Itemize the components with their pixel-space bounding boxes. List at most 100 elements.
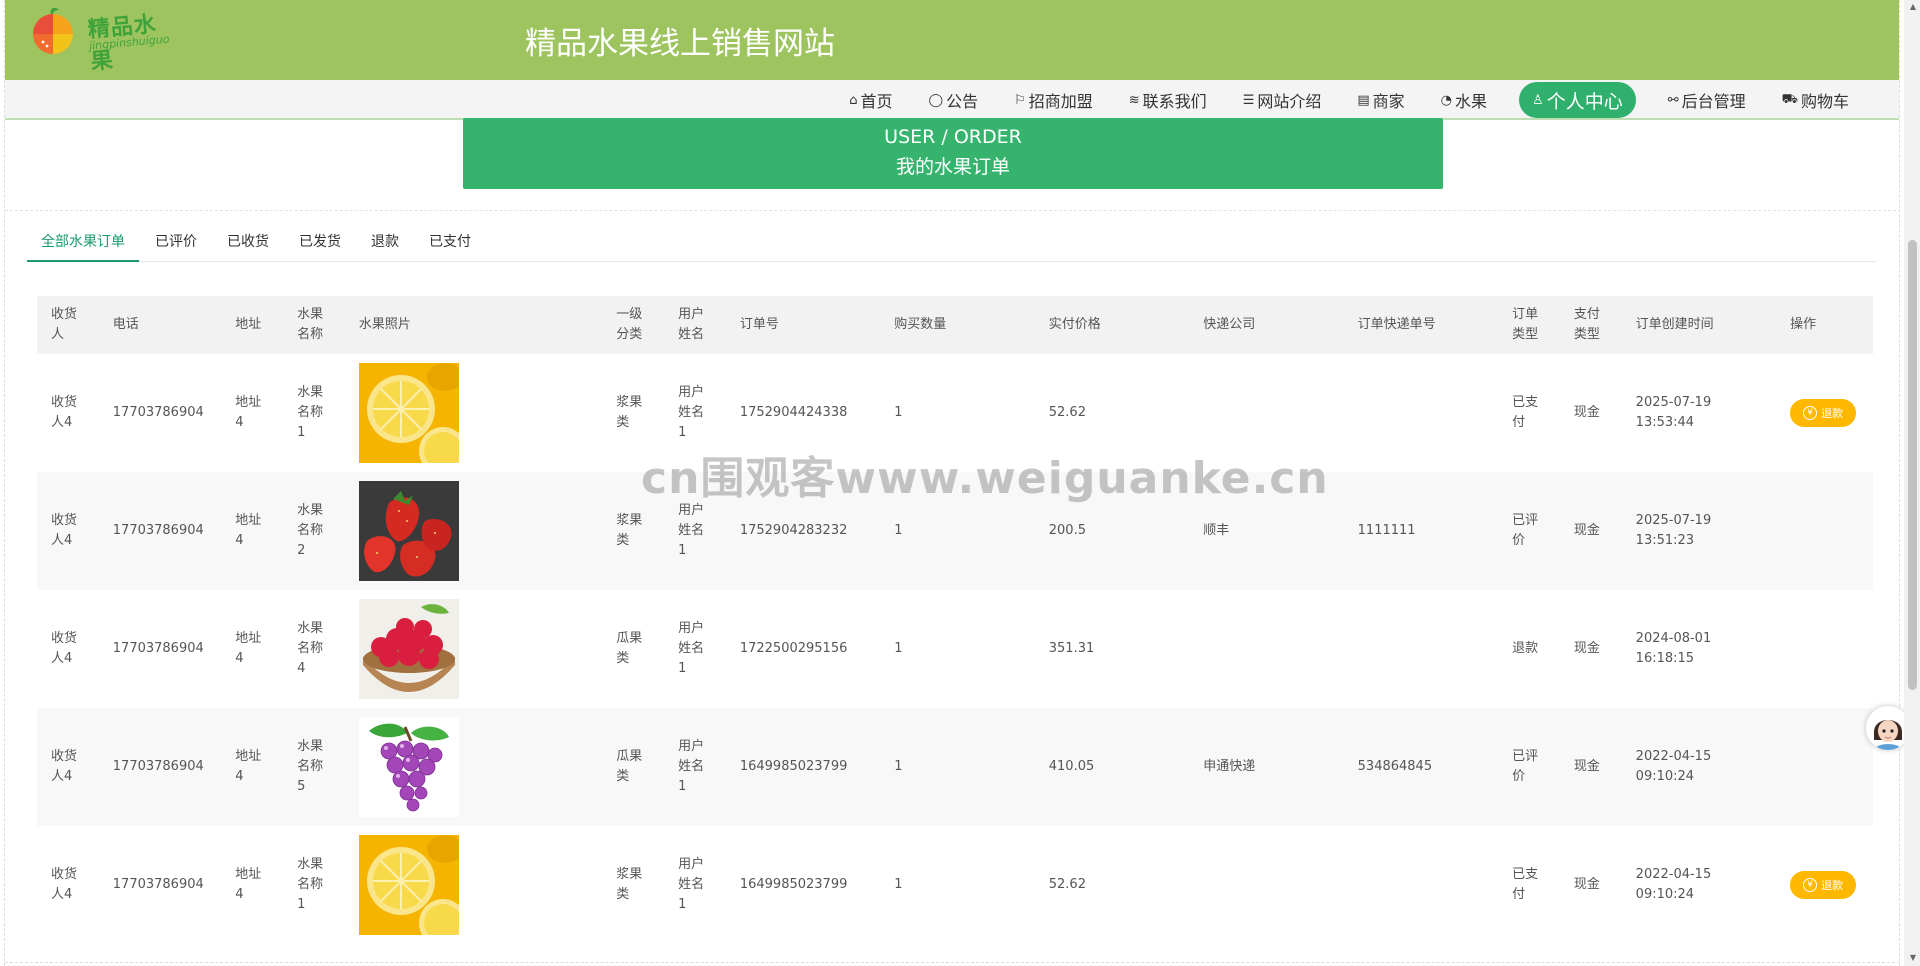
column-header: 订单创建时间 <box>1635 317 1714 332</box>
user-cell: 用户姓名1 <box>678 621 705 676</box>
tab-1[interactable]: 已评价 <box>141 222 211 262</box>
divider <box>5 210 1899 211</box>
page-banner: USER / ORDER 我的水果订单 <box>463 118 1443 189</box>
table-row: 收货人4 17703786904 地址4 水果名称1 浆果类 用户姓名1 164998502… <box>37 826 1873 944</box>
column-header: 一级分类 <box>616 307 643 342</box>
pay-cell: 现金 <box>1573 405 1600 420</box>
price-cell: 410.05 <box>1048 759 1095 774</box>
grape-photo[interactable] <box>358 717 459 817</box>
nav-item-user[interactable]: ♙ 个人中心 <box>1519 82 1636 118</box>
created-date: 2022-04-15 <box>1635 867 1712 882</box>
phone-cell: 17703786904 <box>112 877 204 892</box>
sliders-icon: ☰ <box>1242 92 1255 108</box>
receiver-cell: 收货人4 <box>51 631 78 666</box>
user-cell: 用户姓名1 <box>678 857 705 912</box>
qty-cell: 1 <box>894 877 903 892</box>
created-time-cell: 2022-04-15 09:10:24 <box>1622 708 1776 826</box>
pay-cell: 现金 <box>1573 641 1600 656</box>
scroll-down-arrow-icon[interactable]: ▼ <box>1910 953 1916 962</box>
tab-5[interactable]: 已支付 <box>415 222 485 262</box>
nav-item-layers[interactable]: ≋ 联系我们 <box>1111 82 1225 118</box>
nav-item-sliders[interactable]: ☰ 网站介绍 <box>1225 82 1340 118</box>
price-cell: 351.31 <box>1048 641 1095 656</box>
created-time-cell: 2025-07-19 13:53:44 <box>1622 354 1776 472</box>
yen-icon: ¥ <box>1803 878 1818 892</box>
address-cell: 地址4 <box>235 513 262 548</box>
fruit-cell: 水果名称1 <box>297 385 324 440</box>
nav-item-cart[interactable]: ⛟ 购物车 <box>1764 82 1867 118</box>
nav-item-home[interactable]: ⌂ 首页 <box>831 82 910 118</box>
home-icon: ⌂ <box>849 92 858 108</box>
column-header: 水果照片 <box>358 317 411 332</box>
fruit-cell: 水果名称2 <box>297 503 324 558</box>
fruit-photo-cell <box>345 826 602 944</box>
fruit-photo-cell <box>345 472 602 590</box>
fruit-cell: 水果名称4 <box>297 621 324 676</box>
nav-item-label: 公告 <box>946 92 979 111</box>
nav-item-gauge[interactable]: ◔ 水果 <box>1423 82 1505 118</box>
refund-label: 退款 <box>1821 407 1844 420</box>
cart-icon: ⛟ <box>1781 91 1798 107</box>
layers-icon: ≋ <box>1128 92 1140 108</box>
qty-cell: 1 <box>894 523 903 538</box>
column-header: 购买数量 <box>894 317 947 332</box>
order-no-cell: 1649985023799 <box>739 877 848 892</box>
nav-item-flag[interactable]: ⚐ 招商加盟 <box>996 82 1111 118</box>
courier-cell <box>1189 354 1343 472</box>
lemon-photo[interactable] <box>358 835 459 935</box>
nav-item-link[interactable]: ⚯ 后台管理 <box>1650 82 1764 118</box>
nav-item-label: 后台管理 <box>1681 92 1746 111</box>
phone-cell: 17703786904 <box>112 641 204 656</box>
category-cell: 浆果类 <box>616 395 643 430</box>
main-nav: ⌂ 首页 ◯ 公告 ⚐ 招商加盟 ≋ 联系我们 ☰ 网站介绍 ▤ 商家 ◔ 水果 ♙ 个人中心 ⚯ 后台管理 ⛟ 购物… <box>5 80 1899 120</box>
price-cell: 52.62 <box>1048 405 1086 420</box>
address-cell: 地址4 <box>235 867 262 902</box>
document-icon: ▤ <box>1357 92 1370 108</box>
receiver-cell: 收货人4 <box>51 867 78 902</box>
page-scrollbar[interactable]: ▲ ▼ <box>1904 0 1920 966</box>
price-cell: 52.62 <box>1048 877 1086 892</box>
action-cell: ¥ 退款 <box>1776 354 1873 472</box>
created-time-cell: 2025-07-19 13:51:23 <box>1622 472 1776 590</box>
site-logo[interactable]: 精品水果 jingpinshuiguo <box>29 4 179 75</box>
receiver-cell: 收货人4 <box>51 513 78 548</box>
site-title: 精品水果线上销售网站 <box>525 26 835 62</box>
action-cell <box>1776 708 1873 826</box>
user-cell: 用户姓名1 <box>678 385 705 440</box>
order-tabs: 全部水果订单 已评价 已收货 已发货 退款 已支付 <box>27 222 1877 262</box>
tab-3[interactable]: 已发货 <box>285 222 355 262</box>
tracking-cell <box>1344 354 1498 472</box>
nav-item-notice[interactable]: ◯ 公告 <box>911 82 997 118</box>
action-cell <box>1776 472 1873 590</box>
refund-button[interactable]: ¥ 退款 <box>1790 399 1857 427</box>
order-no-cell: 1722500295156 <box>739 641 848 656</box>
created-time: 09:10:24 <box>1635 769 1695 784</box>
tracking-cell <box>1344 590 1498 708</box>
raspberry-photo[interactable] <box>358 599 459 699</box>
fruit-photo-cell <box>345 354 602 472</box>
created-time: 13:51:23 <box>1635 533 1695 548</box>
created-time: 16:18:15 <box>1635 651 1695 666</box>
column-header: 操作 <box>1790 317 1817 332</box>
page: 精品水果 jingpinshuiguo 精品水果线上销售网站 ⌂ 首页 ◯ 公告 ⚐ 招商… <box>4 0 1900 966</box>
tab-2[interactable]: 已收货 <box>213 222 283 262</box>
nav-item-document[interactable]: ▤ 商家 <box>1339 82 1422 118</box>
phone-cell: 17703786904 <box>112 759 204 774</box>
refund-button[interactable]: ¥ 退款 <box>1790 871 1857 899</box>
header-bar: 精品水果 jingpinshuiguo 精品水果线上销售网站 <box>5 0 1899 80</box>
order-no-cell: 1752904283232 <box>739 523 848 538</box>
tab-0[interactable]: 全部水果订单 <box>27 222 139 262</box>
receiver-cell: 收货人4 <box>51 395 78 430</box>
phone-cell: 17703786904 <box>112 405 204 420</box>
user-icon: ♙ <box>1532 92 1544 108</box>
yen-icon: ¥ <box>1803 406 1818 420</box>
tab-4[interactable]: 退款 <box>357 222 413 262</box>
pay-cell: 现金 <box>1573 877 1600 892</box>
receiver-cell: 收货人4 <box>51 749 78 784</box>
scroll-up-arrow-icon[interactable]: ▲ <box>1910 2 1916 11</box>
lemon-photo[interactable] <box>358 363 459 463</box>
qty-cell: 1 <box>894 641 903 656</box>
address-cell: 地址4 <box>235 749 262 784</box>
strawberry-photo[interactable] <box>358 481 459 581</box>
scroll-thumb[interactable] <box>1908 240 1917 690</box>
